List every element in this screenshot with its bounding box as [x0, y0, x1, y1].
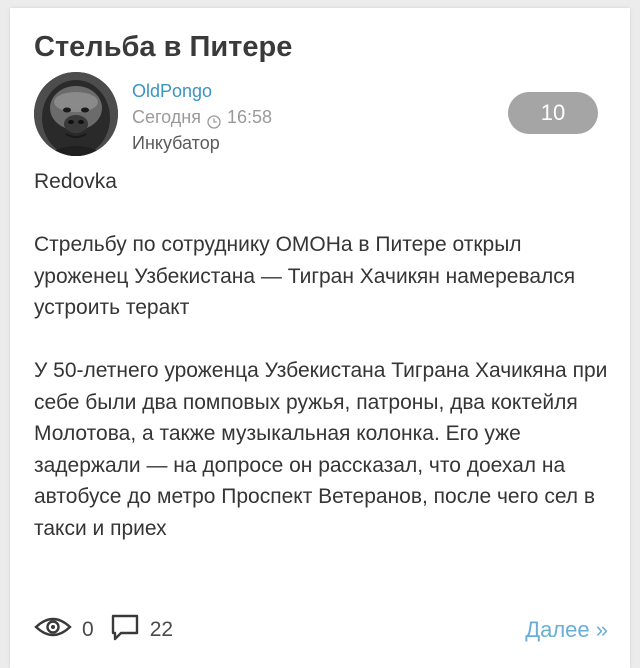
- post-title[interactable]: Стельба в Питере: [34, 30, 292, 64]
- eye-icon: [34, 615, 72, 645]
- blog-link[interactable]: Инкубатор: [132, 130, 272, 156]
- post-paragraph: Стрельбу по сотруднику ОМОНа в Питере от…: [34, 233, 576, 319]
- comment-icon[interactable]: [110, 613, 140, 647]
- gorilla-avatar-image: [34, 72, 118, 156]
- post-source: Redovka: [34, 170, 117, 193]
- read-more-link[interactable]: Далее »: [525, 617, 608, 643]
- post-paragraph: У 50-летнего уроженца Узбекистана Тигран…: [34, 359, 608, 540]
- post-time: Сегодня 16:58: [132, 104, 272, 130]
- author-link[interactable]: OldPongo: [132, 78, 272, 104]
- comments-count[interactable]: 22: [150, 618, 173, 642]
- post-date: Сегодня: [132, 107, 201, 127]
- rating-badge[interactable]: 10: [508, 92, 598, 134]
- post-clock-time: 16:58: [227, 107, 273, 127]
- post-meta: OldPongo Сегодня 16:58 Инкубатор: [132, 78, 272, 156]
- views-count: 0: [82, 618, 94, 641]
- avatar[interactable]: [34, 72, 118, 156]
- post-footer: 0 22 Далее »: [34, 612, 608, 648]
- post-body: Redovka Стрельбу по сотруднику ОМОНа в П…: [34, 166, 614, 576]
- post-card: Стельба в Питере OldPongo Сегодня 16:58 …: [10, 8, 630, 668]
- clock-icon: [207, 110, 221, 129]
